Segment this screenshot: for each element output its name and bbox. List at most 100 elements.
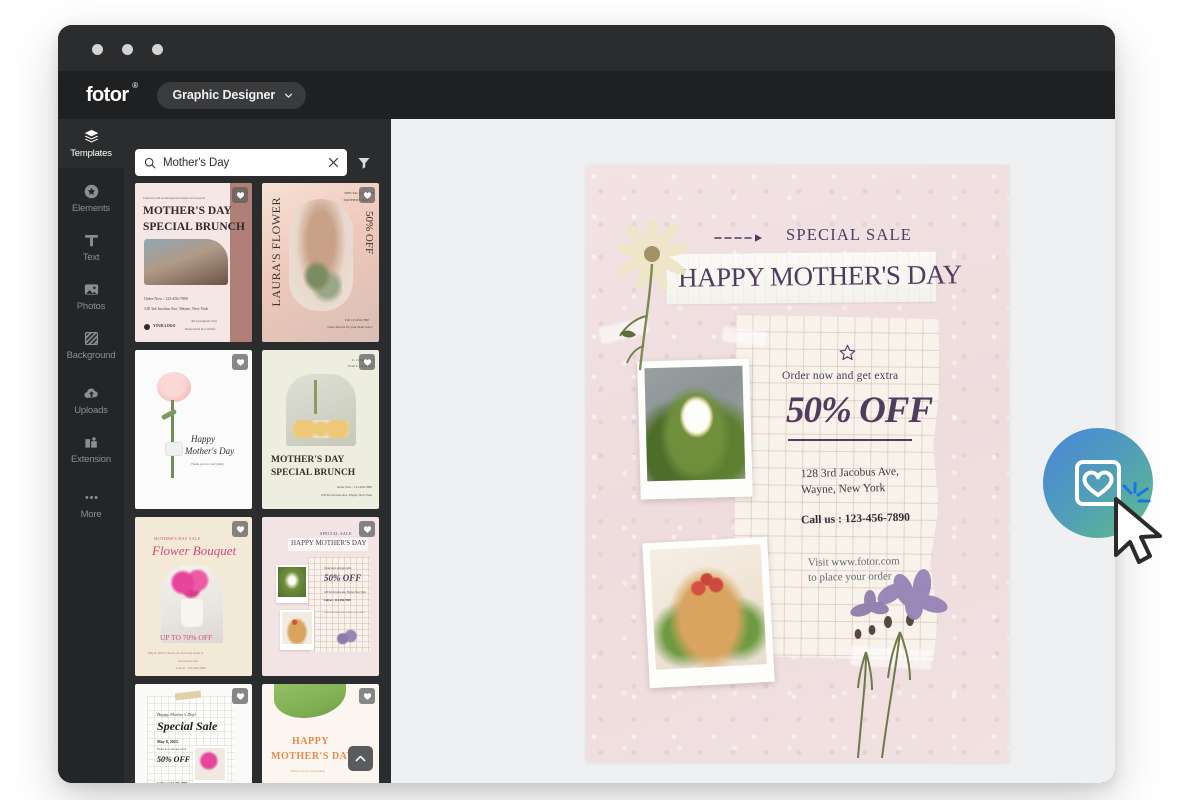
template-text: HAPPY MOTHER'S DAY — [291, 539, 367, 547]
template-text: MOTHER'S DAY — [143, 205, 232, 217]
template-text: Reservation & Call Info — [185, 327, 216, 331]
template-text: Happy Mother's Day! — [157, 712, 197, 717]
canvas-offer-kicker[interactable]: Order now and get extra — [782, 370, 898, 382]
favorite-button[interactable] — [232, 521, 248, 537]
template-card[interactable]: Happy Mother's Day! Special Sale May 8, … — [135, 684, 252, 783]
hatch-icon — [84, 331, 98, 346]
sidebar-item-more[interactable]: More — [58, 480, 124, 529]
template-text: Mother's Day — [185, 446, 235, 456]
cloud-upload-icon — [83, 388, 98, 398]
sidebar-item-uploads[interactable]: Uploads — [58, 376, 124, 425]
search-row — [135, 149, 380, 176]
scroll-to-top-button[interactable] — [348, 746, 373, 771]
daisy-flower — [618, 220, 690, 371]
canvas-title-text[interactable]: HAPPY MOTHER'S DAY — [678, 259, 962, 293]
template-card[interactable]: LAURA'S FLOWER SPECIAL SALE ON MOTHER'S … — [262, 183, 379, 342]
template-text: Special Sale — [157, 719, 218, 733]
close-x-icon[interactable] — [328, 157, 339, 168]
template-text: SPECIAL BRUNCH — [143, 221, 245, 233]
template-text: MOTHER'S DAY SALE — [154, 536, 201, 541]
template-text: Celebrate with an unforgettable mother-l… — [143, 197, 206, 200]
app-window: fotor® Graphic Designer Templates Eleme — [58, 25, 1115, 783]
template-text: SPECIAL BRUNCH — [271, 468, 356, 478]
favorite-button[interactable] — [359, 187, 375, 203]
workspace-selector[interactable]: Graphic Designer — [156, 81, 307, 109]
template-card[interactable]: 6 - 12 May 2023 From 9 - 14.30 AM MOTHER… — [262, 350, 379, 509]
template-card[interactable]: Happy Mother's Day Thank you for everyth… — [135, 350, 252, 509]
template-text: Call 123-456-7890 — [344, 318, 369, 322]
template-text: Call us : 123-456-7890 — [324, 599, 351, 602]
address-line-2: Wayne, New York — [801, 482, 886, 497]
strawberry-waffle-cake-photo[interactable] — [642, 536, 775, 689]
window-minimize-dot[interactable] — [122, 44, 133, 55]
template-text: 50% OFF — [324, 573, 362, 583]
purple-flowers — [850, 569, 948, 759]
favorite-button[interactable] — [359, 521, 375, 537]
window-close-dot[interactable] — [92, 44, 103, 55]
template-text: SPECIAL SALE — [320, 531, 352, 536]
sidebar-item-background[interactable]: Background — [58, 321, 124, 370]
layers-icon — [84, 129, 98, 143]
click-spark-icon — [1122, 482, 1151, 503]
template-text: Order Now : 123-456-7890 — [144, 296, 188, 301]
template-text: UP TO 70% OFF — [160, 633, 213, 642]
heart-badge-icon — [363, 525, 371, 533]
heart-badge-icon — [236, 692, 244, 700]
window-titlebar — [58, 25, 1115, 71]
search-icon — [144, 157, 156, 168]
search-box[interactable] — [135, 149, 347, 176]
template-card[interactable]: MOTHER'S DAY SALE Flower Bouquet UP TO 7… — [135, 517, 252, 676]
template-text: 128 3rd Jacobus Ave, Wayne, New York — [144, 306, 209, 311]
favorite-button[interactable] — [232, 354, 248, 370]
heart-badge-icon — [363, 358, 371, 366]
sidebar-item-text[interactable]: Text — [58, 223, 124, 272]
brand-text: fotor — [86, 83, 129, 106]
favorite-button[interactable] — [232, 187, 248, 203]
sidebar-item-extension[interactable]: Extension — [58, 425, 124, 474]
template-text: Call us : 123-456-7890 — [176, 666, 206, 670]
template-card[interactable]: Celebrate with an unforgettable mother-l… — [135, 183, 252, 342]
template-text: Thank you for everything — [290, 769, 325, 773]
chevron-up-icon — [355, 755, 366, 762]
registered-mark: ® — [132, 80, 138, 90]
template-text: All Greenglade Way — [191, 319, 218, 323]
window-maximize-dot[interactable] — [152, 44, 163, 55]
favorite-button[interactable] — [359, 354, 375, 370]
sidebar-label: More — [80, 509, 102, 520]
sidebar-label: Text — [82, 252, 100, 263]
favorite-button[interactable] — [359, 688, 375, 704]
design-canvas[interactable]: SPECIAL SALE HAPPY MOTHER'S DAY Order no… — [586, 165, 1009, 762]
star-outline-icon — [839, 344, 856, 361]
sidebar-item-photos[interactable]: Photos — [58, 272, 124, 321]
templates-grid[interactable]: Celebrate with an unforgettable mother-l… — [135, 183, 380, 783]
heart-badge-icon — [236, 358, 244, 366]
template-text: Order now and get extra — [324, 567, 352, 570]
canvas-offer-text[interactable]: 50% OFF — [786, 389, 933, 432]
template-text: 128 3rd Jacobus Ave, Wayne, New York — [324, 591, 366, 594]
template-text: Thank you for everything — [191, 462, 224, 466]
photo-icon — [84, 284, 98, 295]
favorite-button[interactable] — [232, 688, 248, 704]
template-text: Order flowers for your Mom today! — [327, 325, 373, 329]
fotor-logo[interactable]: fotor ® — [86, 81, 138, 107]
filter-funnel-icon[interactable] — [355, 154, 373, 172]
text-t-icon — [84, 235, 98, 247]
template-text: Order now and get extra — [157, 747, 187, 751]
template-text: Order Now : 123-456-7890 — [337, 485, 372, 489]
heart-badge-icon — [236, 191, 244, 199]
sidebar-item-elements[interactable]: Elements — [58, 174, 124, 223]
sidebar-item-templates[interactable]: Templates — [58, 119, 124, 168]
top-navigation-bar: fotor ® Graphic Designer — [58, 71, 1115, 119]
heart-badge-icon — [236, 525, 244, 533]
ellipsis-icon — [84, 496, 98, 499]
search-input[interactable] — [163, 156, 321, 169]
editor-workspace[interactable]: SPECIAL SALE HAPPY MOTHER'S DAY Order no… — [391, 119, 1115, 783]
canvas-address[interactable]: 128 3rd Jacobus Ave, Wayne, New York — [801, 464, 900, 499]
heart-badge-icon — [363, 692, 371, 700]
sidebar-label: Uploads — [74, 405, 108, 416]
template-text: 50% OFF — [157, 755, 191, 764]
template-card[interactable]: SPECIAL SALE HAPPY MOTHER'S DAY Order no… — [262, 517, 379, 676]
canvas-eyebrow-text[interactable]: SPECIAL SALE — [786, 225, 912, 245]
sidebar-label: Photos — [76, 301, 106, 312]
offer-underline — [788, 439, 912, 441]
